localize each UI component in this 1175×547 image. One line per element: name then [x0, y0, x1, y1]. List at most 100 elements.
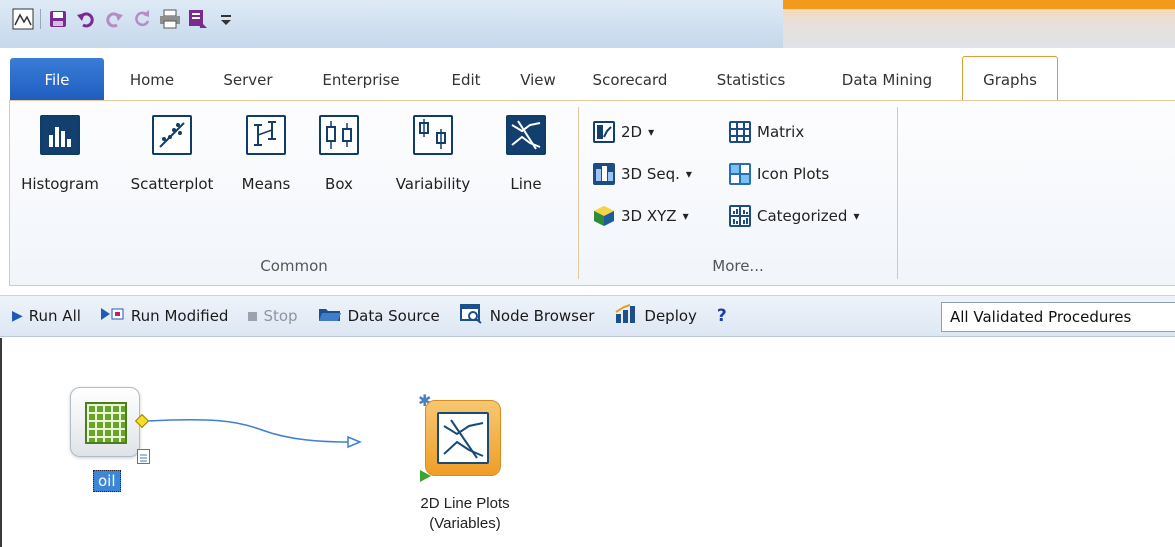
- means-button[interactable]: Means: [236, 115, 296, 193]
- redo-icon[interactable]: [103, 8, 125, 30]
- 2d-label: 2D: [621, 123, 643, 141]
- spreadsheet-icon: [85, 402, 127, 444]
- histogram-label: Histogram: [21, 175, 99, 193]
- app-window: File Home Server Enterprise Edit View Sc…: [0, 0, 1175, 547]
- save-icon[interactable]: [47, 8, 69, 30]
- group-label-common: Common: [260, 257, 328, 275]
- tab-scorecard[interactable]: Scorecard: [570, 58, 690, 102]
- target-node-label[interactable]: 2D Line Plots (Variables): [375, 494, 555, 534]
- variability-label: Variability: [395, 175, 471, 193]
- scatterplot-icon: [152, 115, 192, 155]
- node-browser-button[interactable]: Node Browser: [459, 304, 595, 328]
- categorized-icon: [729, 205, 751, 227]
- line-plot-node[interactable]: [425, 400, 501, 476]
- 3d-xyz-label: 3D XYZ: [621, 207, 677, 225]
- customize-icon[interactable]: [187, 8, 209, 30]
- tab-view[interactable]: View: [506, 58, 570, 102]
- 3d-seq-label: 3D Seq.: [621, 165, 680, 183]
- source-node-label[interactable]: oil: [93, 470, 121, 492]
- help-icon: ?: [716, 306, 727, 326]
- chevron-down-icon: ▾: [682, 209, 689, 223]
- matrix-button[interactable]: Matrix: [729, 119, 804, 145]
- tab-graphs[interactable]: Graphs: [962, 56, 1058, 102]
- node-browser-label: Node Browser: [489, 307, 595, 325]
- group-divider: [897, 107, 898, 279]
- histogram-button[interactable]: Histogram: [21, 115, 99, 193]
- data-source-button[interactable]: Data Source: [318, 306, 440, 326]
- run-node-icon[interactable]: [420, 470, 431, 482]
- run-modified-button[interactable]: Run Modified: [100, 307, 229, 325]
- help-button[interactable]: ?: [717, 306, 727, 326]
- line-button[interactable]: Line: [498, 115, 554, 193]
- workflow-toolbar: ▶ Run All Run Modified Stop Data Source …: [0, 295, 1175, 337]
- box-label: Box: [325, 175, 353, 193]
- tab-edit[interactable]: Edit: [426, 58, 506, 102]
- means-icon: [246, 115, 286, 155]
- quick-access-toolbar: [0, 0, 1175, 48]
- title-bar-accent: [783, 0, 1175, 48]
- box-plot-icon: [319, 115, 359, 155]
- 2d-graph-icon: [593, 121, 615, 143]
- line-label: Line: [510, 175, 542, 193]
- target-node-label-line2: (Variables): [429, 515, 501, 532]
- tab-file[interactable]: File: [10, 58, 104, 102]
- qat-separator: [40, 9, 41, 29]
- data-source-label: Data Source: [347, 307, 440, 325]
- play-icon: ▶: [12, 308, 23, 324]
- box-button[interactable]: Box: [314, 115, 364, 193]
- matrix-label: Matrix: [757, 123, 805, 141]
- tab-server[interactable]: Server: [200, 58, 296, 102]
- deploy-icon: [614, 304, 638, 328]
- ribbon-group-more: 2D ▾ 3D Seq. ▾ 3D XYZ ▾ Matrix Icon Plot…: [579, 101, 897, 285]
- chevron-down-icon: ▾: [685, 167, 692, 181]
- procedures-select[interactable]: All Validated Procedures: [941, 302, 1175, 332]
- document-icon[interactable]: [137, 449, 150, 464]
- 3d-xyz-button[interactable]: 3D XYZ ▾: [593, 203, 689, 229]
- categorized-label: Categorized: [757, 207, 848, 225]
- chevron-down-icon: ▾: [648, 125, 655, 139]
- app-icon[interactable]: [12, 8, 34, 30]
- dropdown-icon[interactable]: [215, 8, 237, 30]
- 3d-surface-icon: [593, 205, 615, 227]
- tab-statistics[interactable]: Statistics: [690, 58, 812, 102]
- run-all-label: Run All: [28, 307, 81, 325]
- variability-icon: [413, 115, 453, 155]
- deploy-label: Deploy: [644, 307, 697, 325]
- node-browser-icon: [459, 304, 484, 328]
- tab-home[interactable]: Home: [104, 58, 200, 102]
- tab-enterprise[interactable]: Enterprise: [296, 58, 426, 102]
- group-label-more: More...: [712, 257, 764, 275]
- undo-icon[interactable]: [75, 8, 97, 30]
- icon-plots-label: Icon Plots: [757, 165, 830, 183]
- stop-button[interactable]: Stop: [248, 307, 298, 325]
- scatterplot-label: Scatterplot: [130, 175, 214, 193]
- deploy-button[interactable]: Deploy: [614, 304, 697, 328]
- tab-data-mining[interactable]: Data Mining: [812, 58, 962, 102]
- run-modified-icon: [100, 307, 125, 325]
- ribbon-tabs: File Home Server Enterprise Edit View Sc…: [0, 52, 1175, 102]
- stop-label: Stop: [263, 307, 298, 325]
- run-modified-label: Run Modified: [130, 307, 229, 325]
- ribbon-panel: Histogram Scatterplot Means Box Variabil…: [9, 100, 1175, 286]
- ribbon-group-common: Histogram Scatterplot Means Box Variabil…: [10, 101, 578, 285]
- line-plot-node-icon: [437, 412, 489, 464]
- matrix-icon: [729, 121, 751, 143]
- target-node-label-line1: 2D Line Plots: [420, 495, 510, 512]
- 2d-graphs-button[interactable]: 2D ▾: [593, 119, 654, 145]
- print-icon[interactable]: [159, 8, 181, 30]
- data-source-node[interactable]: [70, 387, 140, 457]
- histogram-icon: [40, 115, 80, 155]
- folder-icon: [318, 306, 342, 326]
- refresh-icon[interactable]: [131, 8, 153, 30]
- 3d-seq-button[interactable]: 3D Seq. ▾: [593, 161, 692, 187]
- 3d-sequential-icon: [593, 163, 615, 185]
- chevron-down-icon: ▾: [853, 209, 860, 223]
- scatterplot-button[interactable]: Scatterplot: [122, 115, 222, 193]
- means-label: Means: [241, 175, 291, 193]
- line-plot-icon: [506, 115, 546, 155]
- workspace-canvas[interactable]: [0, 338, 1175, 547]
- run-all-button[interactable]: ▶ Run All: [12, 307, 81, 325]
- icon-plots-button[interactable]: Icon Plots: [729, 161, 829, 187]
- categorized-button[interactable]: Categorized ▾: [729, 203, 859, 229]
- variability-button[interactable]: Variability: [388, 115, 478, 193]
